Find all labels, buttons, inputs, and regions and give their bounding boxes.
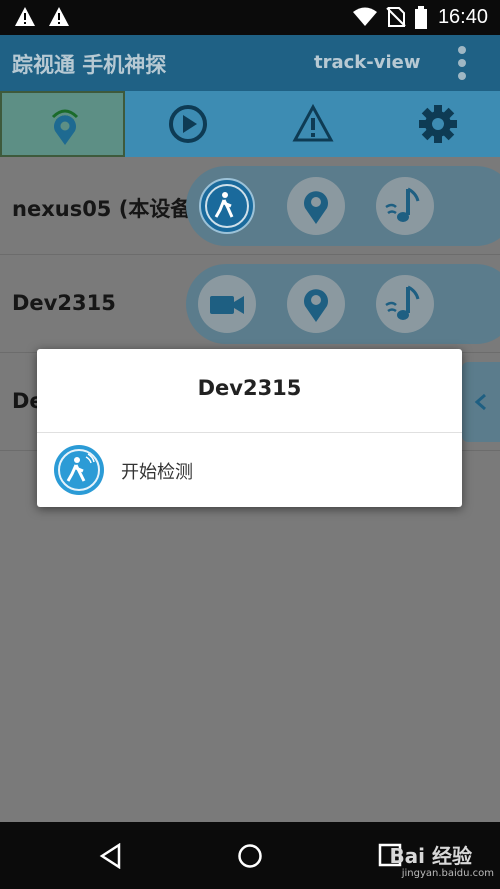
location-icon: [304, 191, 328, 224]
motion-detect-button[interactable]: [198, 177, 256, 235]
tab-alerts[interactable]: [250, 91, 375, 157]
motion-detect-icon: [54, 445, 104, 495]
warning-notification-icon: [49, 7, 69, 26]
tab-devices[interactable]: [0, 91, 125, 157]
device-action-dialog: Dev2315 开始检测: [37, 349, 462, 507]
wifi-icon: [353, 7, 377, 26]
tab-settings[interactable]: [375, 91, 500, 157]
device-name: nexus05 (本设备: [12, 197, 192, 221]
dialog-title: Dev2315: [37, 349, 462, 433]
navigation-bar: Bai 经验 jingyan.baidu.com: [0, 822, 500, 889]
device-actions: [186, 264, 500, 344]
device-actions-collapsed[interactable]: [462, 362, 500, 442]
watermark-url: jingyan.baidu.com: [401, 868, 494, 879]
location-icon: [304, 289, 328, 322]
list-item[interactable]: nexus05 (本设备: [0, 157, 500, 255]
location-signal-icon: [51, 109, 79, 145]
sound-icon: [385, 285, 420, 320]
tab-bar: [0, 91, 500, 157]
sound-icon: [385, 187, 420, 222]
watermark-brand: Bai 经验: [389, 844, 472, 868]
sound-button[interactable]: [376, 275, 434, 333]
warning-notification-icon: [15, 7, 35, 26]
play-icon: [169, 105, 207, 143]
overflow-menu-icon[interactable]: [452, 46, 472, 80]
locate-button[interactable]: [287, 177, 345, 235]
device-name: Dev2315: [12, 291, 116, 315]
battery-icon: [415, 6, 427, 29]
account-name[interactable]: track-view: [314, 52, 420, 73]
back-icon[interactable]: [98, 843, 124, 869]
video-camera-icon: [210, 296, 244, 314]
gear-icon: [419, 105, 457, 143]
device-actions: [186, 166, 500, 246]
tab-playback[interactable]: [125, 91, 250, 157]
status-bar: 16:40: [0, 0, 500, 35]
locate-button[interactable]: [287, 275, 345, 333]
chevron-left-icon: [474, 393, 486, 411]
warning-icon: [292, 103, 334, 142]
no-sim-icon: [386, 7, 406, 27]
sound-button[interactable]: [376, 177, 434, 235]
app-title: 踪视通 手机神探: [12, 53, 167, 77]
app-bar: 踪视通 手机神探 track-view: [0, 35, 500, 91]
start-detection-label: 开始检测: [121, 462, 193, 483]
start-detection-option[interactable]: 开始检测: [37, 433, 462, 507]
list-item[interactable]: Dev2315: [0, 255, 500, 353]
home-icon[interactable]: [237, 843, 263, 869]
video-button[interactable]: [198, 275, 256, 333]
clock: 16:40: [437, 6, 488, 28]
motion-detect-icon: [199, 178, 255, 234]
